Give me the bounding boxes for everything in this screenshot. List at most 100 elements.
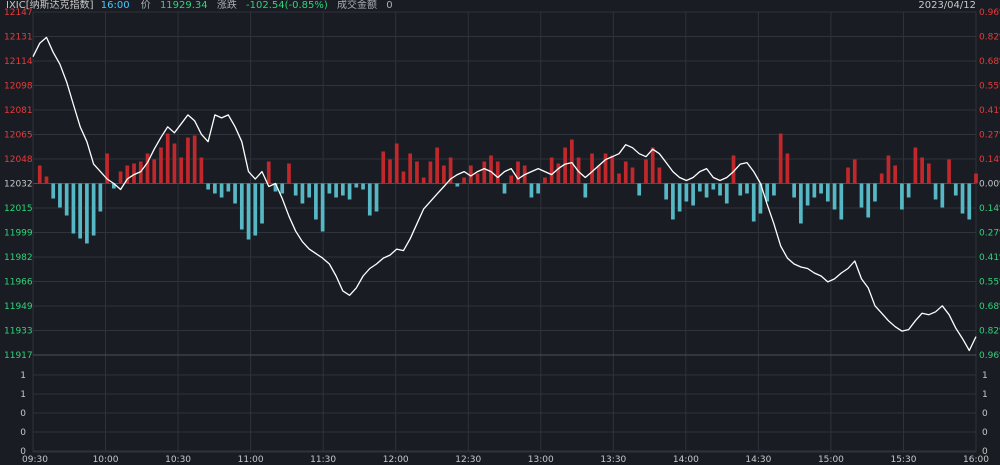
volume-bar — [738, 183, 743, 196]
volume-tick-label: 1 — [20, 390, 26, 400]
volume-bar — [287, 163, 291, 184]
volume-bar — [617, 173, 621, 184]
y-tick-label-pct: 0.41% — [979, 253, 1000, 263]
volume-bar — [340, 183, 345, 196]
x-tick-label: 10:30 — [165, 455, 191, 465]
x-tick-label: 12:00 — [383, 455, 409, 465]
volume-bar — [44, 176, 49, 184]
change-label: 涨跌 — [216, 0, 237, 11]
y-tick-label-pct: 0.96% — [979, 8, 1000, 18]
volume-bar — [960, 183, 965, 214]
y-tick-label-pct: 0.00% — [979, 180, 1000, 190]
quote-header: IXIC[纳斯达克指数] 16:00 价 11929.34 涨跌 -102.54… — [6, 0, 399, 12]
volume-bar — [711, 183, 716, 190]
volume-bar — [886, 155, 891, 184]
y-tick-label: 12131 — [4, 33, 33, 43]
volume-value: 0 — [386, 0, 393, 11]
y-tick-label: 12015 — [4, 204, 33, 214]
volume-bar — [165, 133, 170, 184]
volume-bar — [401, 171, 406, 184]
x-tick-label: 15:00 — [818, 455, 844, 465]
volume-tick-label-right: 1 — [982, 371, 988, 381]
volume-bar — [455, 183, 460, 187]
volume-bar — [152, 159, 157, 184]
volume-bar — [374, 183, 379, 212]
volume-bar — [334, 183, 338, 198]
y-tick-label: 11999 — [4, 229, 33, 239]
volume-bar — [462, 177, 466, 184]
volume-bar — [697, 183, 702, 192]
y-tick-label-pct: 0.82% — [979, 327, 1000, 337]
volume-bar — [536, 183, 541, 194]
y-tick-label: 12098 — [4, 82, 33, 92]
volume-tick-label: 0 — [20, 428, 26, 438]
volume-tick-label: 0 — [20, 447, 26, 457]
volume-bar — [583, 183, 588, 198]
volume-bar — [772, 183, 776, 196]
volume-bar — [118, 171, 123, 184]
volume-bar — [159, 147, 163, 184]
volume-bar — [866, 183, 871, 218]
y-tick-label: 11982 — [4, 253, 33, 263]
volume-bar — [509, 175, 514, 184]
volume-bar — [495, 161, 500, 184]
volume-bar — [145, 153, 150, 184]
volume-bar — [637, 183, 642, 196]
volume-bar — [246, 183, 251, 240]
volume-bar — [792, 183, 796, 198]
volume-bar — [442, 165, 446, 184]
volume-label: 成交金额 — [337, 0, 377, 11]
change-value: -102.54(-0.85%) — [246, 0, 328, 11]
symbol-label: IXIC[纳斯达克指数] — [6, 0, 94, 11]
volume-bar — [926, 163, 931, 184]
volume-bar — [852, 159, 857, 184]
volume-bar — [280, 183, 285, 194]
volume-bar — [300, 183, 305, 204]
volume-bar — [266, 161, 271, 184]
volume-bar — [361, 183, 365, 190]
y-tick-label: 12032 — [4, 180, 33, 190]
volume-bar — [219, 183, 224, 198]
volume-bar — [239, 183, 244, 230]
volume-bar — [549, 157, 554, 184]
volume-bar — [186, 137, 190, 184]
volume-bar — [664, 183, 669, 200]
volume-bar — [327, 183, 332, 194]
volume-bar — [906, 183, 911, 198]
volume-bar — [947, 159, 951, 184]
volume-bar — [51, 183, 56, 199]
y-tick-label-pct: 0.68% — [979, 57, 1000, 67]
volume-bar — [718, 183, 722, 196]
volume-bar — [684, 183, 689, 202]
volume-bar — [415, 161, 419, 184]
volume-bar — [913, 147, 918, 184]
volume-bar — [920, 157, 924, 184]
volume-bar — [71, 183, 76, 234]
x-tick-label: 14:00 — [673, 455, 699, 465]
volume-bar — [320, 183, 325, 232]
volume-bar — [603, 153, 608, 184]
volume-bar — [502, 183, 507, 194]
y-tick-label: 11933 — [4, 327, 33, 337]
volume-bar — [482, 161, 487, 184]
volume-bar — [516, 161, 520, 184]
volume-bar — [213, 183, 217, 194]
volume-bar — [307, 183, 312, 198]
y-tick-label: 11917 — [4, 351, 33, 361]
price-label: 价 — [140, 0, 151, 11]
volume-bar — [859, 183, 864, 208]
x-tick-label: 15:30 — [890, 455, 916, 465]
y-tick-label-pct: 0.41% — [979, 106, 1000, 116]
volume-bar — [590, 153, 594, 184]
volume-bar — [64, 183, 69, 216]
volume-bar — [940, 183, 945, 208]
y-tick-label: 12114 — [4, 57, 33, 67]
volume-bar — [314, 183, 318, 220]
volume-bar — [832, 183, 837, 210]
volume-bar — [650, 147, 655, 184]
volume-tick-label-right: 1 — [982, 390, 988, 400]
volume-bar — [394, 143, 399, 184]
volume-bar — [677, 183, 682, 212]
y-tick-label: 11966 — [4, 278, 33, 288]
volume-bar — [206, 183, 210, 190]
